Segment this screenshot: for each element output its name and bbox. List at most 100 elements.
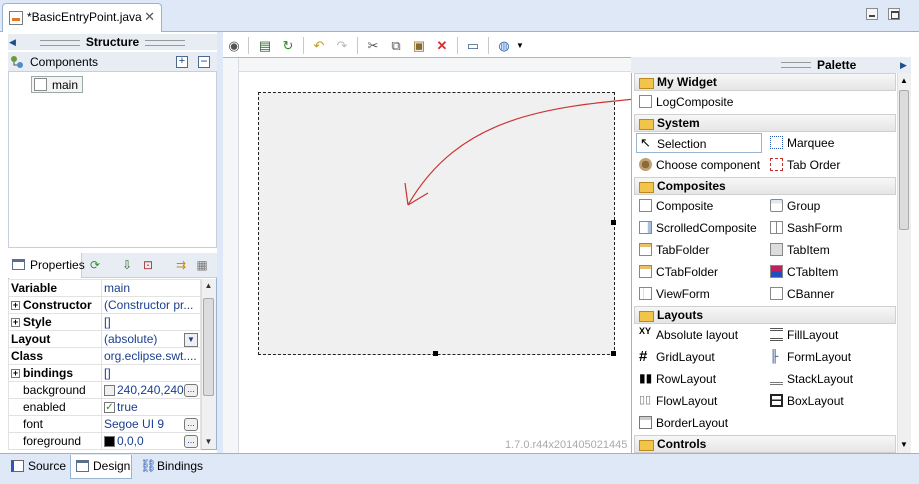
expand-right-icon[interactable]: ▶ [900,57,911,73]
palette-item-rowlayout[interactable]: ▮▮ RowLayout [636,369,716,389]
prop-value[interactable]: main [101,279,201,297]
goto-definition-icon[interactable]: ▤ [256,37,274,54]
table-row[interactable]: font Segoe UI 9... [8,415,201,433]
prop-value[interactable]: [] [101,364,201,382]
scrollbar-thumb[interactable] [899,90,909,230]
grip-icon [781,62,811,68]
palette-item-filllayout[interactable]: FillLayout [767,325,838,345]
convert-local-field-icon[interactable]: ⊡ [140,257,156,273]
palette-item-ctabitem[interactable]: CTabItem [767,262,838,282]
table-row[interactable]: Layout (absolute) ▼ [8,330,201,348]
tab-label: Design [93,459,131,473]
paste-icon[interactable]: ▣ [410,37,428,54]
tab-bindings[interactable]: ⛓ Bindings [135,455,203,479]
palette-item-ctabfolder[interactable]: CTabFolder [636,262,718,282]
palette-item-gridlayout[interactable]: # GridLayout [636,347,715,367]
tab-source[interactable]: Source [6,455,66,479]
copy-icon[interactable]: ⧉ [387,37,405,54]
chevron-down-icon[interactable]: ▼ [515,37,525,54]
tab-design[interactable]: Design [70,455,132,479]
prop-value[interactable]: ✓ true [101,398,201,416]
checkbox-checked-icon[interactable]: ✓ [104,402,115,414]
layout-assistant-icon[interactable]: ▭ [464,37,482,54]
maximize-button[interactable] [888,8,900,20]
expand-icon[interactable]: + [11,369,20,379]
table-row[interactable]: background 240,240,240... [8,381,201,399]
prop-value[interactable]: Segoe UI 9... [101,415,201,433]
palette-item-viewform[interactable]: ViewForm [636,284,710,304]
grip-icon [145,39,186,46]
table-row[interactable]: + bindings [] [8,364,201,382]
table-row[interactable]: Variable main [8,279,201,297]
more-button[interactable]: ... [184,418,198,431]
test-gui-icon[interactable]: ◉ [225,37,243,54]
dropdown-arrow-icon[interactable]: ▼ [184,332,198,347]
palette-category-my-widget[interactable]: My Widget [634,73,896,91]
palette-item-selection[interactable]: ↖ Selection [636,133,762,153]
palette-item-cbanner[interactable]: CBanner [767,284,834,304]
palette-item-choose-component[interactable]: Choose component [636,155,760,175]
collapse-left-icon[interactable]: ◀ [9,36,18,48]
scroll-up-icon[interactable]: ▲ [201,281,216,293]
table-row[interactable]: foreground 0,0,0... [8,432,201,450]
palette-item-absolute-layout[interactable]: XY Absolute layout [636,325,738,345]
prop-value[interactable]: [] [101,313,201,331]
restore-default-icon[interactable]: ▦ [194,257,210,273]
flowlayout-icon: ▯▯ [639,394,652,406]
palette-item-tabitem[interactable]: TabItem [767,240,830,260]
palette-item-boxlayout[interactable]: BoxLayout [767,391,844,411]
delete-icon[interactable]: ✕ [433,37,451,54]
resize-handle-southeast[interactable] [611,351,616,356]
palette-category-layouts[interactable]: Layouts [634,306,896,324]
prop-value[interactable]: (absolute) ▼ [101,330,201,348]
resize-handle-south[interactable] [433,351,438,356]
palette-category-controls[interactable]: Controls [634,435,896,453]
prop-value[interactable]: org.eclipse.swt.... [101,347,201,365]
prop-value[interactable]: (Constructor pr... [101,296,201,314]
expand-icon[interactable]: + [11,301,20,311]
prop-value[interactable]: 0,0,0... [101,432,201,450]
resize-handle-east[interactable] [611,220,616,225]
palette-item-tabfolder[interactable]: TabFolder [636,240,709,260]
editor-tab[interactable]: *BasicEntryPoint.java ✕ [2,3,162,33]
more-button[interactable]: ... [184,435,198,448]
redo-icon[interactable]: ↷ [333,37,351,54]
globe-icon[interactable]: ◍ [495,37,513,54]
palette-item-scrolledcomposite[interactable]: ScrolledComposite [636,218,757,238]
palette-item-composite[interactable]: Composite [636,196,713,216]
goto-definition-icon[interactable]: ⇩ [119,257,135,273]
palette-item-flowlayout[interactable]: ▯▯ FlowLayout [636,391,717,411]
palette-item-stacklayout[interactable]: StackLayout [767,369,853,389]
scroll-up-icon[interactable]: ▲ [897,76,911,86]
collapse-all-button[interactable]: − [198,55,210,68]
scroll-down-icon[interactable]: ▼ [201,437,216,449]
scrollbar-thumb[interactable] [203,298,214,396]
close-tab-icon[interactable]: ✕ [144,9,155,25]
palette-item-formlayout[interactable]: ╟ FormLayout [767,347,851,367]
undo-icon[interactable]: ↶ [310,37,328,54]
palette-item-group[interactable]: Group [767,196,820,216]
palette-item-tab-order[interactable]: Tab Order [767,155,840,175]
palette-item-marquee[interactable]: Marquee [767,133,834,153]
expand-all-button[interactable]: + [176,56,188,68]
show-advanced-icon[interactable]: ⇉ [173,257,189,273]
background-value: 240,240,240 [117,383,184,397]
show-events-icon[interactable]: ⟳ [87,257,103,273]
prop-value[interactable]: 240,240,240... [101,381,201,399]
palette-category-composites[interactable]: Composites [634,177,896,195]
palette-item-borderlayout[interactable]: BorderLayout [636,413,728,433]
expand-icon[interactable]: + [11,318,20,328]
minimize-button[interactable] [866,8,878,20]
table-row[interactable]: + Style [] [8,313,201,331]
palette-item-logcomposite[interactable]: LogComposite [636,92,733,112]
refresh-icon[interactable]: ↻ [279,37,297,54]
more-button[interactable]: ... [184,384,198,397]
table-row[interactable]: + Constructor (Constructor pr... [8,296,201,314]
palette-item-sashform[interactable]: SashForm [767,218,842,238]
table-row[interactable]: Class org.eclipse.swt.... [8,347,201,365]
palette-category-system[interactable]: System [634,114,896,132]
scroll-down-icon[interactable]: ▼ [897,440,911,450]
cut-icon[interactable]: ✂ [364,37,382,54]
table-row[interactable]: enabled ✓ true [8,398,201,416]
horizontal-ruler [239,58,631,72]
